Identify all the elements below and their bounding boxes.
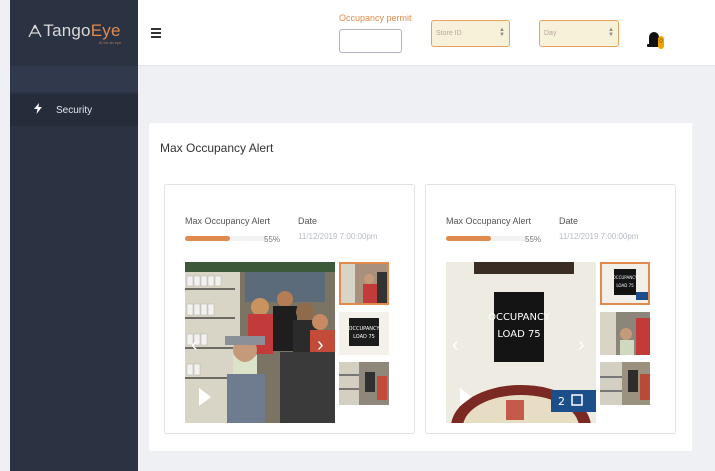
thumbnail[interactable]: OCCUPANCY LOAD 75	[600, 262, 650, 305]
alert-card: Max Occupancy Alert Date 11/12/2019 7:00…	[164, 184, 415, 434]
date-label: Date	[559, 216, 579, 226]
thumb-sign-line1: OCCUPANCY	[349, 326, 381, 332]
thumbnail[interactable]	[600, 362, 650, 405]
alert-card: Max Occupancy Alert Date 11/12/2019 7:00…	[425, 184, 676, 434]
day-select-value: Day	[544, 30, 557, 37]
panel-title: Max Occupancy Alert	[160, 141, 274, 155]
store-id-select-value: Store ID	[436, 30, 462, 37]
occupancy-progress-bar	[185, 236, 267, 241]
main-camera-image[interactable]: OCCUPANCY LOAD 75 2 ‹ ›	[446, 262, 596, 423]
notification-badge: 0	[658, 36, 664, 49]
sign-line1: OCCUPANCY	[488, 312, 551, 323]
sidebar-item-security[interactable]: Security	[10, 94, 138, 126]
occupancy-progress-fill	[446, 236, 492, 241]
prev-arrow-icon[interactable]: ‹	[191, 334, 198, 357]
thumb-sign-line1: OCCUPANCY	[613, 275, 638, 280]
alert-date: 11/12/2019 7:00:00pm	[298, 232, 378, 241]
overlay-badge: 2	[558, 395, 565, 408]
alert-date: 11/12/2019 7:00:00pm	[559, 232, 639, 241]
select-arrows-icon: ▲ ▼	[499, 27, 505, 38]
store-id-select[interactable]: Store ID ▲ ▼	[431, 20, 510, 47]
logo[interactable]: Tango Eye AI for an eye	[10, 0, 138, 66]
sidebar-spacer	[10, 66, 138, 92]
play-icon[interactable]	[199, 388, 211, 406]
occupancy-progress-fill	[185, 236, 231, 241]
bell-icon[interactable]: 0	[647, 31, 667, 51]
next-arrow-icon[interactable]: ›	[317, 334, 324, 357]
thumb-sign-line2: LOAD 75	[353, 334, 375, 340]
alert-label: Max Occupancy Alert	[446, 216, 532, 226]
occupancy-percent: 55%	[264, 235, 281, 244]
prev-arrow-icon[interactable]: ‹	[452, 334, 459, 357]
occupancy-permit-input[interactable]	[339, 29, 402, 53]
top-bar: Occupancy permit Store ID ▲ ▼ Day ▲ ▼ 0	[138, 0, 715, 66]
logo-text-accent: Eye	[90, 21, 121, 40]
occupancy-permit-label: Occupancy permit	[339, 13, 412, 23]
thumb-sign-line2: LOAD 75	[616, 283, 634, 288]
logo-text: Tango	[43, 21, 91, 40]
thumbnail[interactable]	[339, 362, 389, 405]
bolt-icon	[34, 103, 44, 117]
date-label: Date	[298, 216, 318, 226]
occupancy-percent: 55%	[525, 235, 542, 244]
hamburger-icon[interactable]	[151, 28, 161, 40]
select-arrows-icon: ▲ ▼	[608, 27, 614, 38]
play-icon[interactable]	[460, 388, 472, 406]
next-arrow-icon[interactable]: ›	[578, 334, 585, 357]
alert-label: Max Occupancy Alert	[185, 216, 271, 226]
logo-tagline: AI for an eye	[98, 40, 122, 45]
main-camera-image[interactable]: ‹ ›	[185, 262, 335, 423]
occupancy-progress-bar	[446, 236, 528, 241]
sidebar: Tango Eye AI for an eye Security	[10, 0, 138, 471]
alerts-panel: Max Occupancy Alert Max Occupancy Alert …	[149, 123, 692, 451]
day-select[interactable]: Day ▲ ▼	[539, 20, 619, 47]
thumbnail[interactable]	[339, 262, 389, 305]
sign-line2: LOAD 75	[497, 329, 540, 340]
sidebar-item-label: Security	[56, 104, 93, 116]
thumbnail[interactable]	[600, 312, 650, 355]
thumbnail[interactable]: OCCUPANCY LOAD 75	[339, 312, 389, 355]
tangoeye-logo-icon	[28, 24, 42, 38]
